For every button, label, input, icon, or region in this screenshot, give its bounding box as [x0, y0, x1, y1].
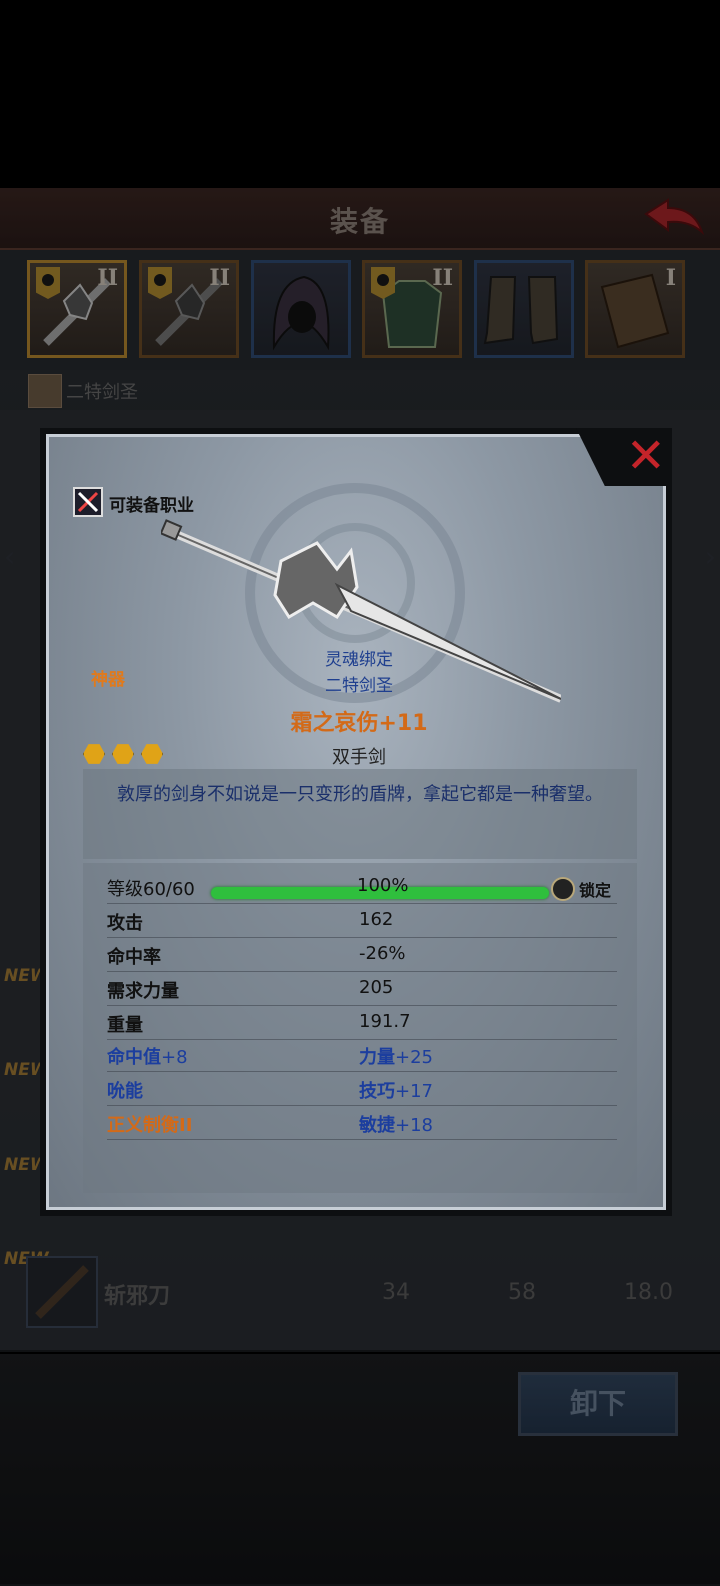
stats-panel: 等级60/60 100% 锁定 攻击 162 命中率 -26% 需求力量 205…	[83, 863, 637, 1193]
bonus-row: 正义制衡II 敏捷+18	[107, 1107, 617, 1140]
stat-row: 命中率 -26%	[107, 939, 617, 972]
status-area	[0, 0, 720, 188]
stat-value: 191.7	[359, 1011, 411, 1032]
item-detail-modal: 可装备职业 神器 灵魂绑定 二特剑圣 霜之哀伤+11 双手剑 敦厚的剑身不如说是…	[40, 428, 672, 1216]
close-icon: ✕	[625, 428, 666, 484]
stat-label: 攻击	[107, 913, 143, 934]
bonus-value-extra: +18	[395, 1115, 433, 1136]
item-description: 敦厚的剑身不如说是一只变形的盾牌，拿起它都是一种奢望。	[117, 784, 603, 805]
bonus-value: 力量+25	[359, 1043, 433, 1069]
stat-row: 重量 191.7	[107, 1007, 617, 1040]
stat-value: 162	[359, 909, 394, 930]
skill-label[interactable]: 正义制衡II	[107, 1111, 192, 1137]
bonus-value-main: 技巧	[359, 1081, 395, 1102]
stat-label: 命中率	[107, 947, 161, 968]
equip-class-label[interactable]: 可装备职业	[109, 491, 194, 516]
bonus-label-main: 命中值	[107, 1047, 161, 1068]
bonus-value: 技巧+17	[359, 1077, 433, 1103]
stat-row: 攻击 162	[107, 905, 617, 938]
description-box: 敦厚的剑身不如说是一只变形的盾牌，拿起它都是一种奢望。	[83, 769, 637, 859]
item-title: 霜之哀伤+11	[290, 711, 428, 736]
bonus-row: 命中值+8 力量+25	[107, 1039, 617, 1072]
bonus-value-extra: +25	[395, 1047, 433, 1068]
bonus-value-main: 敏捷	[359, 1115, 395, 1136]
bonus-row: 吮能 技巧+17	[107, 1073, 617, 1106]
stat-label: 重量	[107, 1015, 143, 1036]
stat-row: 需求力量 205	[107, 973, 617, 1006]
stat-label: 需求力量	[107, 981, 179, 1002]
class-icon	[73, 487, 103, 517]
bonus-label-extra: +8	[161, 1047, 188, 1068]
lock-label[interactable]: 锁定	[579, 877, 611, 901]
level-percent: 100%	[357, 875, 409, 896]
level-label: 等级60/60	[107, 879, 195, 900]
bonus-label: 吮能	[107, 1081, 143, 1102]
soulbound-label: 灵魂绑定	[325, 650, 393, 670]
level-row: 等级60/60 100% 锁定	[107, 871, 617, 904]
modal-panel: 可装备职业 神器 灵魂绑定 二特剑圣 霜之哀伤+11 双手剑 敦厚的剑身不如说是…	[46, 434, 666, 1210]
bonus-value: 敏捷+18	[359, 1111, 433, 1137]
stat-value: 205	[359, 977, 394, 998]
bound-owner-label: 二特剑圣	[325, 676, 393, 696]
lock-icon[interactable]	[551, 877, 575, 901]
bonus-value-extra: +17	[395, 1081, 433, 1102]
bonus-label: 命中值+8	[107, 1043, 188, 1069]
bonus-value-main: 力量	[359, 1047, 395, 1068]
item-type: 双手剑	[332, 747, 386, 768]
stat-value: -26%	[359, 943, 406, 964]
